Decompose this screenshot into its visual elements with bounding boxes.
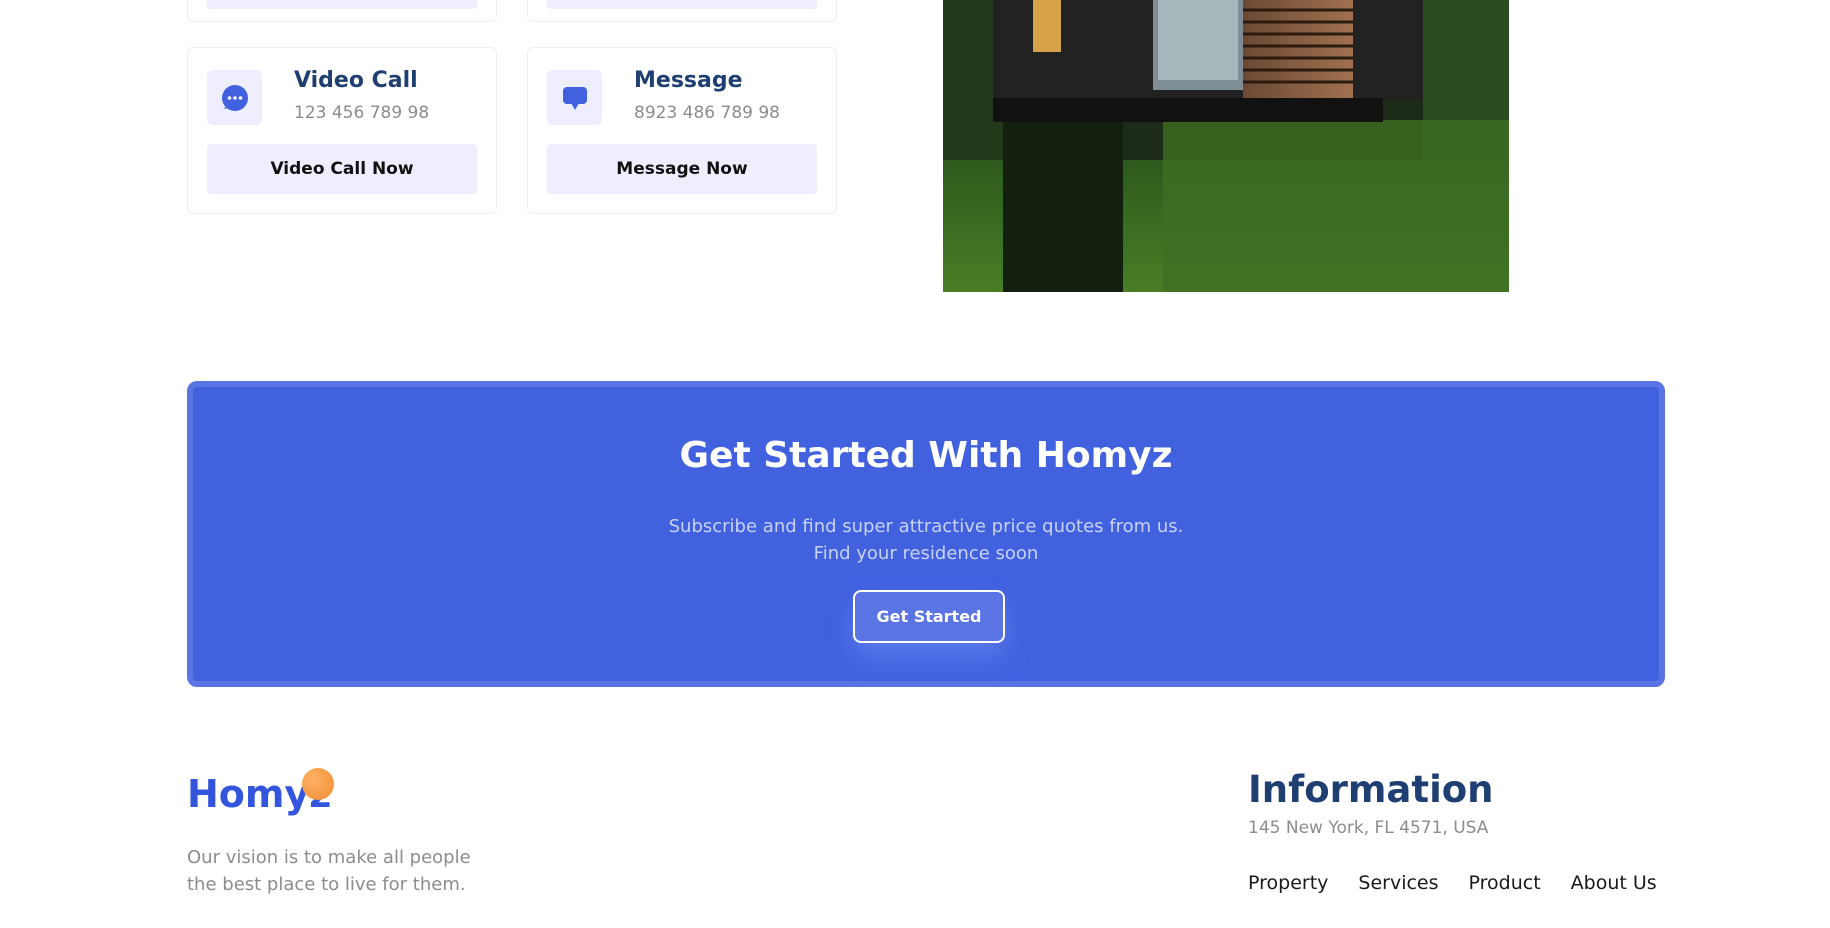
- information-heading: Information: [1248, 768, 1494, 811]
- contact-card-button-partial[interactable]: [207, 0, 477, 9]
- footer-menu: Property Services Product About Us: [1248, 872, 1657, 894]
- contact-card-partial: [187, 0, 497, 22]
- chat-bubble-dots-icon: [207, 70, 262, 125]
- vision-line-2: the best place to live for them.: [187, 874, 466, 895]
- banner-title: Get Started With Homyz: [679, 435, 1173, 476]
- footer-link-property[interactable]: Property: [1248, 872, 1328, 894]
- video-call-now-button[interactable]: Video Call Now: [207, 144, 477, 194]
- video-call-number: 123 456 789 98: [294, 103, 430, 123]
- get-started-banner: Get Started With Homyz Subscribe and fin…: [187, 381, 1665, 687]
- footer-link-about-us[interactable]: About Us: [1571, 872, 1657, 894]
- message-now-button[interactable]: Message Now: [547, 144, 817, 194]
- logo-sun-icon: [302, 768, 334, 800]
- footer-address: 145 New York, FL 4571, USA: [1248, 818, 1489, 838]
- house-image: [943, 0, 1509, 292]
- message-number: 8923 486 789 98: [634, 103, 781, 123]
- footer-link-services[interactable]: Services: [1358, 872, 1438, 894]
- banner-description: Subscribe and find super attractive pric…: [193, 513, 1659, 567]
- banner-text-line-2: Find your residence soon: [813, 543, 1039, 564]
- contact-card-partial: [527, 0, 837, 22]
- message-bubble-icon: [547, 70, 602, 125]
- contact-card-button-partial[interactable]: [547, 0, 817, 9]
- footer-vision-text: Our vision is to make all people the bes…: [187, 844, 477, 898]
- message-card: Message 8923 486 789 98 Message Now: [527, 47, 837, 214]
- footer-link-product[interactable]: Product: [1469, 872, 1541, 894]
- vision-line-1: Our vision is to make all people: [187, 847, 471, 868]
- message-title: Message: [634, 68, 743, 93]
- video-call-card: Video Call 123 456 789 98 Video Call Now: [187, 47, 497, 214]
- banner-text-line-1: Subscribe and find super attractive pric…: [668, 516, 1184, 537]
- video-call-title: Video Call: [294, 68, 418, 93]
- get-started-button[interactable]: Get Started: [853, 590, 1005, 643]
